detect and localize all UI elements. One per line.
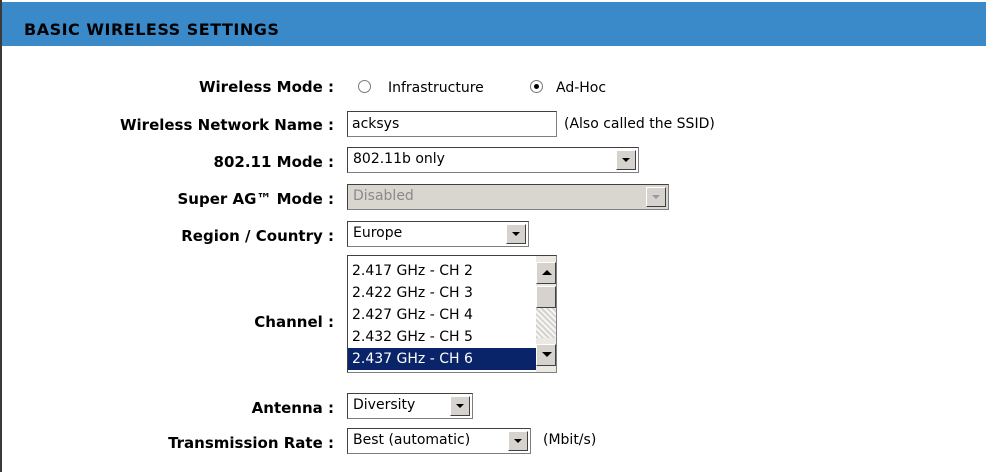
chevron-down-icon[interactable] xyxy=(616,150,636,170)
antenna-value: Diversity xyxy=(353,397,416,413)
channel-option[interactable]: 2.417 GHz - CH 2 xyxy=(348,260,536,282)
channel-listbox[interactable]: 2.417 GHz - CH 2 2.422 GHz - CH 3 2.427 … xyxy=(347,255,557,373)
chevron-down-icon[interactable] xyxy=(508,431,528,451)
antenna-label: Antenna : xyxy=(251,399,334,417)
channel-option-selected[interactable]: 2.437 GHz - CH 6 xyxy=(348,348,536,370)
scroll-track[interactable] xyxy=(536,308,556,338)
wireless-mode-label: Wireless Mode : xyxy=(198,78,334,96)
wireless-settings-panel: BASIC WIRELESS SETTINGS Wireless Mode : … xyxy=(0,0,986,472)
mode-80211-label: 802.11 Mode : xyxy=(213,153,334,171)
tx-rate-unit: (Mbit/s) xyxy=(543,432,597,448)
scroll-up-icon[interactable] xyxy=(536,262,556,284)
chevron-down-icon[interactable] xyxy=(506,224,526,244)
adhoc-radio[interactable] xyxy=(530,80,543,93)
infrastructure-radio[interactable] xyxy=(358,80,371,93)
region-select[interactable]: Europe xyxy=(347,221,529,247)
antenna-select[interactable]: Diversity xyxy=(347,393,473,419)
infrastructure-label: Infrastructure xyxy=(388,80,484,96)
region-value: Europe xyxy=(353,225,403,241)
mode-80211-value: 802.11b only xyxy=(353,151,445,167)
tx-rate-label: Transmission Rate : xyxy=(168,434,334,452)
channel-option[interactable]: 2.422 GHz - CH 3 xyxy=(348,282,536,304)
chevron-down-icon[interactable] xyxy=(450,396,470,416)
adhoc-label: Ad-Hoc xyxy=(556,80,607,96)
scroll-thumb[interactable] xyxy=(536,286,556,308)
section-header: BASIC WIRELESS SETTINGS xyxy=(2,0,986,46)
section-title: BASIC WIRELESS SETTINGS xyxy=(24,20,280,39)
channel-label: Channel : xyxy=(254,313,334,331)
network-name-label: Wireless Network Name : xyxy=(119,116,334,134)
super-ag-select: Disabled xyxy=(347,184,669,210)
ssid-hint: (Also called the SSID) xyxy=(564,116,715,132)
scroll-down-icon[interactable] xyxy=(536,344,556,366)
chevron-down-icon xyxy=(646,187,666,207)
super-ag-value: Disabled xyxy=(353,188,414,204)
tx-rate-value: Best (automatic) xyxy=(353,432,471,448)
super-ag-label: Super AG™ Mode : xyxy=(177,190,334,208)
tx-rate-select[interactable]: Best (automatic) xyxy=(347,428,531,454)
mode-80211-select[interactable]: 802.11b only xyxy=(347,147,639,173)
channel-option[interactable]: 2.432 GHz - CH 5 xyxy=(348,326,536,348)
region-label: Region / Country : xyxy=(181,227,334,245)
channel-option[interactable]: 2.427 GHz - CH 4 xyxy=(348,304,536,326)
channel-scrollbar[interactable] xyxy=(536,256,556,372)
network-name-input[interactable] xyxy=(347,111,557,137)
